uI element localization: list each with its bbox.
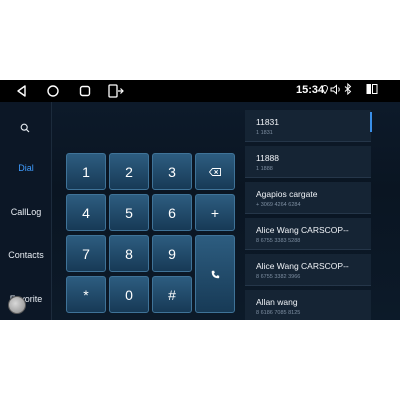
key-3[interactable]: 3 bbox=[152, 153, 192, 190]
clock: 15:34 bbox=[296, 84, 325, 96]
contact-name: Agapios cargate bbox=[256, 189, 318, 199]
key-0[interactable]: 0 bbox=[109, 276, 149, 313]
list-item[interactable]: 11831 1 1831 bbox=[245, 110, 371, 142]
key-7[interactable]: 7 bbox=[66, 235, 106, 272]
back-icon bbox=[16, 85, 26, 97]
sidebar-item-contacts[interactable]: Contacts bbox=[0, 250, 52, 260]
backspace-icon bbox=[209, 167, 221, 176]
contact-number: 8 6186 7085 8125 bbox=[256, 310, 301, 316]
app-icon bbox=[108, 84, 124, 98]
volume-icon bbox=[330, 83, 340, 95]
key-hash[interactable]: # bbox=[152, 276, 192, 313]
contact-name: Alice Wang CARSCOP-- bbox=[256, 225, 349, 235]
backspace-button[interactable] bbox=[195, 153, 235, 190]
key-1[interactable]: 1 bbox=[66, 153, 106, 190]
contact-name: Allan wang bbox=[256, 297, 298, 307]
contact-name: 11888 bbox=[256, 153, 280, 163]
dual-window-icon[interactable] bbox=[366, 83, 378, 95]
recents-icon bbox=[79, 85, 91, 97]
contact-number: 8 6755 3383 5288 bbox=[256, 238, 301, 244]
key-plus[interactable]: + bbox=[195, 194, 235, 231]
list-item[interactable]: 11888 1 1888 bbox=[245, 146, 371, 178]
home-button[interactable] bbox=[44, 83, 62, 99]
dialer-screen: 15:34 Dial CallLog Contacts Favorite 1 2… bbox=[0, 80, 400, 320]
list-item[interactable]: Agapios cargate + 3069 4264 6284 bbox=[245, 182, 371, 214]
key-2[interactable]: 2 bbox=[109, 153, 149, 190]
key-4[interactable]: 4 bbox=[66, 194, 106, 231]
sidebar-item-dial[interactable]: Dial bbox=[0, 163, 52, 173]
contact-number: 8 6755 3382 3966 bbox=[256, 274, 301, 280]
status-bar: 15:34 bbox=[0, 80, 400, 102]
contact-number: 1 1831 bbox=[256, 130, 273, 136]
search-button[interactable] bbox=[20, 120, 30, 138]
list-scrollbar[interactable] bbox=[370, 112, 372, 132]
key-8[interactable]: 8 bbox=[109, 235, 149, 272]
list-item[interactable]: Alice Wang CARSCOP-- 8 6755 3383 5288 bbox=[245, 218, 371, 250]
number-entry-field[interactable] bbox=[66, 110, 238, 148]
key-star[interactable]: * bbox=[66, 276, 106, 313]
dial-keypad: 1 2 3 4 5 6 + 7 8 9 * 0 # bbox=[66, 153, 236, 313]
bluetooth-icon bbox=[344, 83, 352, 95]
phone-icon bbox=[211, 270, 219, 278]
key-6[interactable]: 6 bbox=[152, 194, 192, 231]
sidebar: Dial CallLog Contacts Favorite bbox=[0, 102, 52, 320]
sidebar-item-calllog[interactable]: CallLog bbox=[0, 207, 52, 217]
floating-assist-ball[interactable] bbox=[8, 296, 26, 314]
call-button[interactable] bbox=[195, 235, 235, 313]
key-5[interactable]: 5 bbox=[109, 194, 149, 231]
home-icon bbox=[47, 85, 59, 97]
key-9[interactable]: 9 bbox=[152, 235, 192, 272]
location-icon bbox=[322, 84, 328, 94]
search-icon bbox=[20, 123, 30, 133]
app-switch-button[interactable] bbox=[107, 83, 125, 99]
contact-list: 11831 1 1831 11888 1 1888 Agapios cargat… bbox=[245, 110, 371, 320]
list-item[interactable]: Allan wang 8 6186 7085 8125 bbox=[245, 290, 371, 320]
contact-number: 1 1888 bbox=[256, 166, 273, 172]
contact-name: 11831 bbox=[256, 117, 280, 127]
contact-number: + 3069 4264 6284 bbox=[256, 202, 301, 208]
list-item[interactable]: Alice Wang CARSCOP-- 8 6755 3382 3966 bbox=[245, 254, 371, 286]
dialer-content: Dial CallLog Contacts Favorite 1 2 3 4 5… bbox=[0, 102, 400, 320]
contact-name: Alice Wang CARSCOP-- bbox=[256, 261, 349, 271]
back-button[interactable] bbox=[12, 83, 30, 99]
recents-button[interactable] bbox=[76, 83, 94, 99]
system-icons bbox=[322, 83, 378, 95]
